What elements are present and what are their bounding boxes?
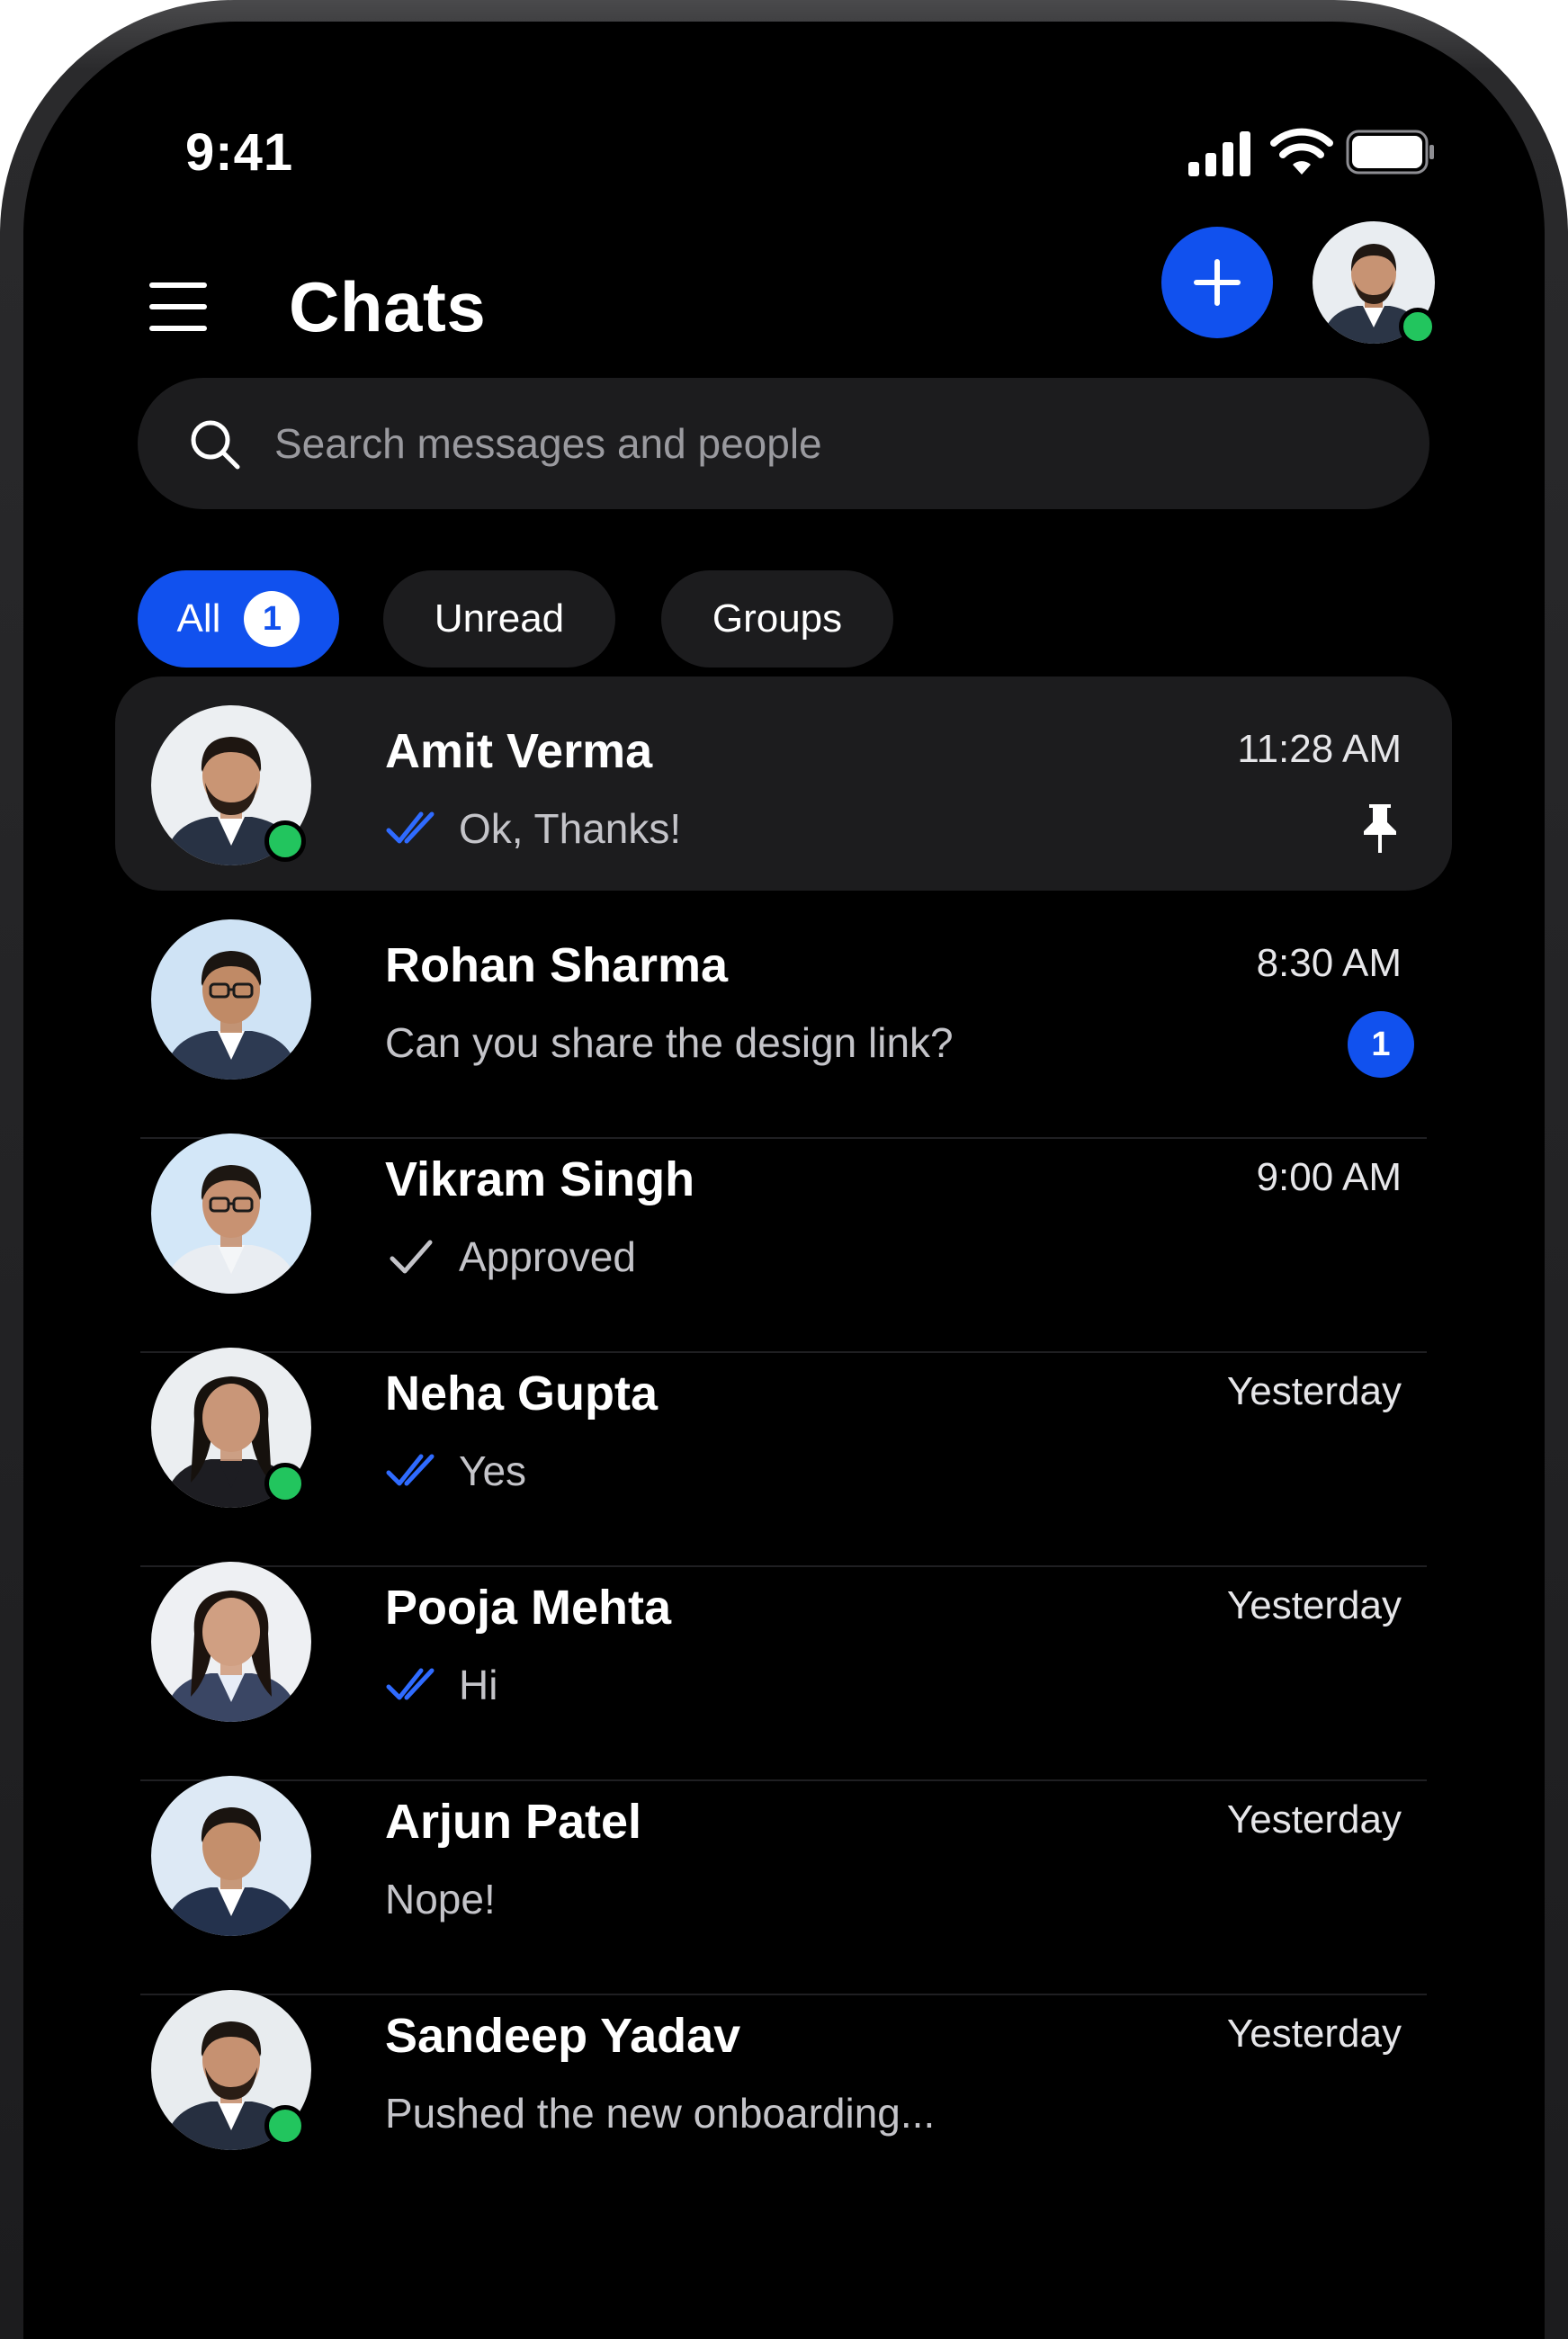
filter-chip-label: Groups <box>712 596 843 641</box>
avatar <box>151 1776 311 1936</box>
online-indicator <box>264 2105 306 2146</box>
online-indicator <box>264 1463 306 1504</box>
message-time: Yesterday <box>1226 2012 1402 2056</box>
search-input[interactable] <box>274 414 1354 473</box>
message-preview: Hi <box>385 1661 497 1709</box>
check-icon <box>390 1240 433 1274</box>
battery-icon <box>1346 130 1434 175</box>
message-preview: Approved <box>385 1232 636 1281</box>
contact-name: Neha Gupta <box>385 1367 659 1420</box>
chat-row[interactable]: Pooja Mehta Yesterday Hi <box>115 1533 1452 1747</box>
message-preview: Can you share the design link? <box>385 1018 954 1067</box>
pin-icon <box>1364 804 1396 853</box>
phone-frame: 9:41 Chats Search messages and people Al… <box>0 0 1568 2339</box>
online-indicator <box>1399 308 1437 345</box>
status-bar: 9:41 <box>23 22 1545 237</box>
chat-row[interactable]: Arjun Patel Yesterday Nope! <box>115 1747 1452 1961</box>
avatar <box>151 1134 311 1294</box>
chat-row[interactable]: Vikram Singh 9:00 AM Approved <box>115 1105 1452 1319</box>
online-indicator <box>264 820 306 862</box>
unread-count-badge: 1 <box>1348 1011 1414 1078</box>
message-preview-text: Yes <box>459 1447 527 1494</box>
filter-count-badge: 1 <box>244 591 300 647</box>
plus-icon <box>1194 259 1241 306</box>
double-check-icon <box>386 1668 435 1700</box>
message-preview-text: Hi <box>459 1662 498 1708</box>
new-chat-button[interactable] <box>1161 227 1273 338</box>
filter-chip-label: All <box>176 596 221 641</box>
filter-chip-unread[interactable]: Unread <box>383 570 615 668</box>
message-preview-text: Pushed the new onboarding... <box>385 2090 936 2137</box>
message-time: Yesterday <box>1226 1583 1402 1627</box>
filter-chip-all[interactable]: All 1 <box>138 570 339 668</box>
message-preview: Nope! <box>385 1875 496 1923</box>
message-preview: Yes <box>385 1447 526 1495</box>
chat-row[interactable]: Rohan Sharma 8:30 AM Can you share the d… <box>115 891 1452 1105</box>
message-preview-text: Ok, Thanks! <box>459 805 682 852</box>
chat-row[interactable]: Sandeep Yadav Yesterday Pushed the new o… <box>115 1961 1452 2175</box>
message-time: Yesterday <box>1226 1369 1402 1413</box>
avatar <box>151 1990 311 2150</box>
contact-name: Sandeep Yadav <box>385 2009 741 2063</box>
chat-row[interactable]: Neha Gupta Yesterday Yes <box>115 1319 1452 1533</box>
contact-name: Pooja Mehta <box>385 1581 672 1635</box>
profile-avatar[interactable] <box>1313 221 1437 345</box>
message-time: Yesterday <box>1226 1797 1402 1842</box>
wifi-icon <box>1270 128 1333 175</box>
filter-chip-label: Unread <box>434 596 565 641</box>
avatar <box>151 1562 311 1722</box>
message-time: 9:00 AM <box>1256 1155 1402 1199</box>
message-preview-text: Can you share the design link? <box>385 1019 954 1066</box>
message-preview-text: Approved <box>459 1233 636 1280</box>
contact-name: Vikram Singh <box>385 1152 695 1206</box>
screen: 9:41 Chats Search messages and people Al… <box>23 22 1545 2339</box>
message-preview: Pushed the new onboarding... <box>385 2089 935 2137</box>
avatar <box>151 705 311 865</box>
double-check-icon <box>386 1454 435 1486</box>
message-preview-text: Nope! <box>385 1876 496 1922</box>
contact-name: Amit Verma <box>385 724 653 778</box>
contact-name: Rohan Sharma <box>385 938 729 992</box>
search-icon <box>191 420 240 470</box>
chat-row[interactable]: Amit Verma 11:28 AM Ok, Thanks! <box>115 677 1452 891</box>
message-preview: Ok, Thanks! <box>385 804 681 853</box>
page-title: Chats <box>289 267 487 346</box>
search-bar[interactable] <box>138 378 1429 509</box>
cellular-signal-icon <box>1188 131 1250 176</box>
double-check-icon <box>386 811 435 844</box>
avatar <box>151 919 311 1080</box>
menu-icon[interactable] <box>149 282 212 333</box>
message-time: 8:30 AM <box>1256 941 1402 985</box>
filter-chip-groups[interactable]: Groups <box>661 570 893 668</box>
message-time: 11:28 AM <box>1237 727 1402 771</box>
status-time: 9:41 <box>185 123 294 182</box>
avatar <box>151 1348 311 1508</box>
contact-name: Arjun Patel <box>385 1795 642 1849</box>
